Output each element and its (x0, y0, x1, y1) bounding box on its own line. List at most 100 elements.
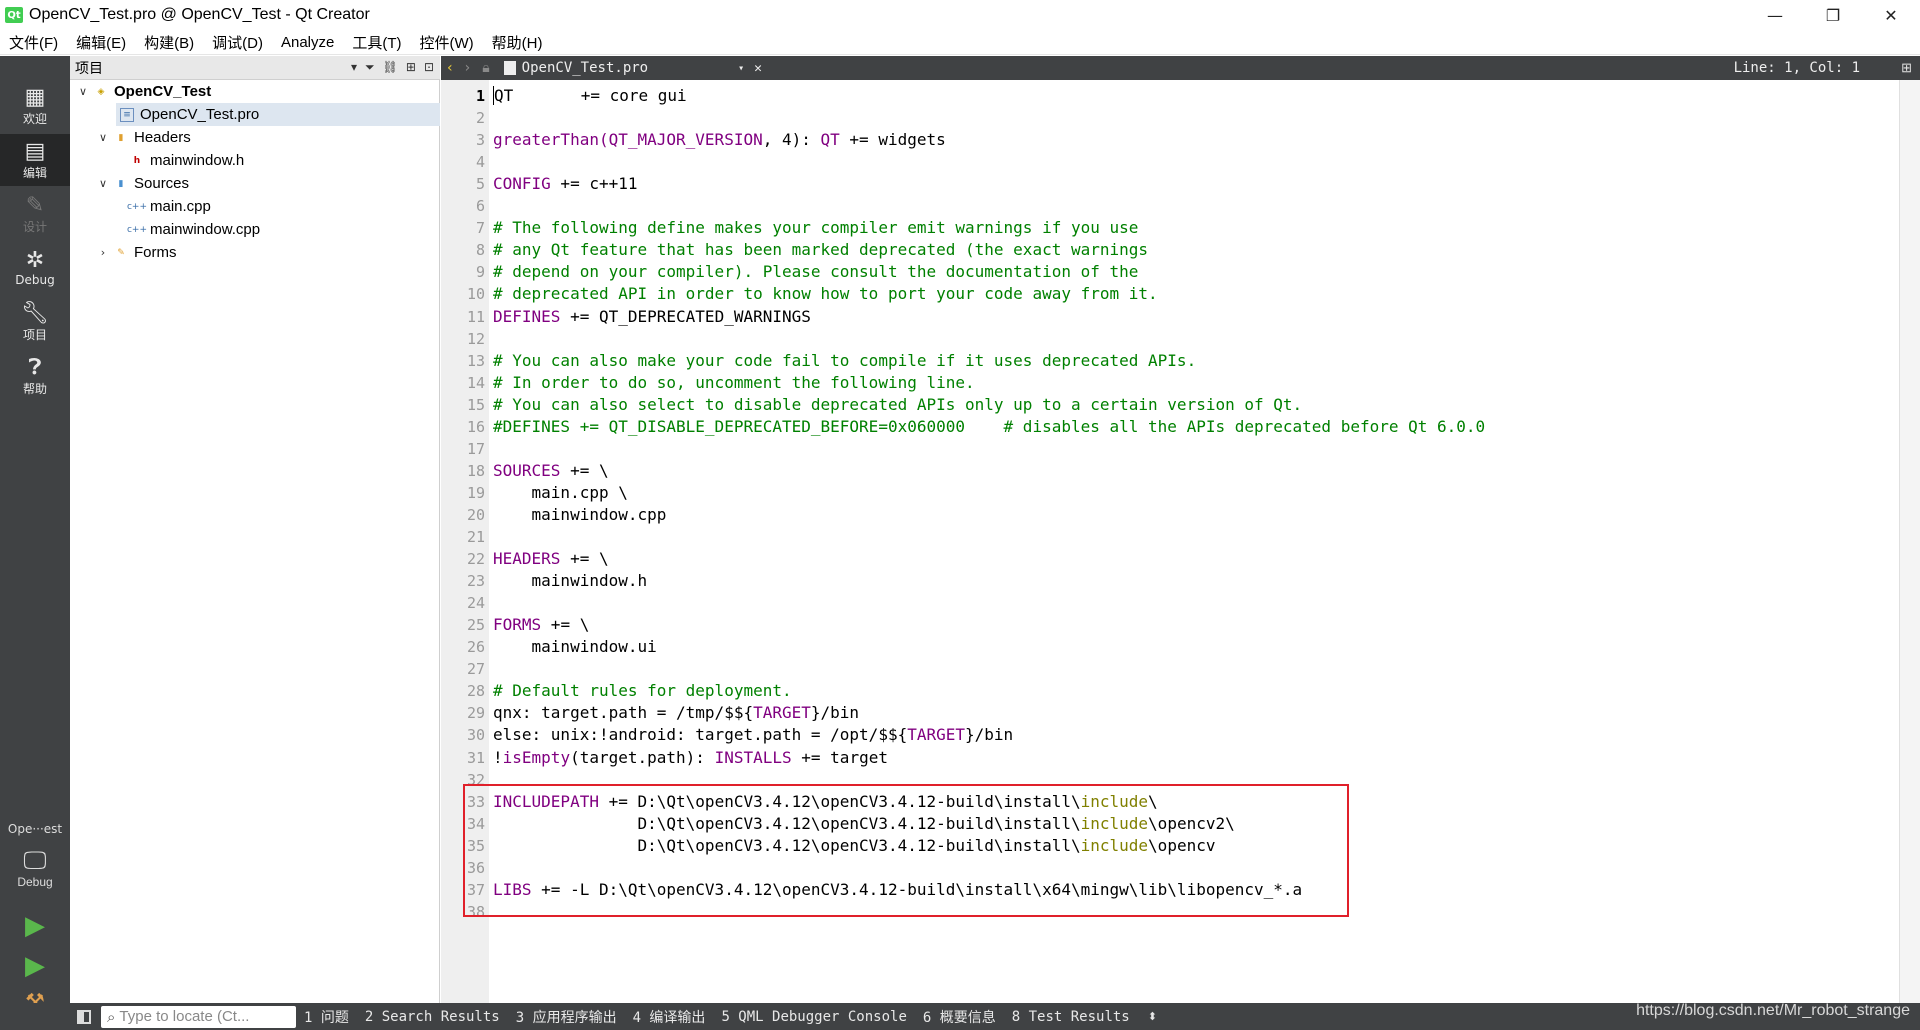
debug-run-button[interactable]: ▶ (0, 945, 70, 985)
restore-button[interactable]: ❐ (1804, 0, 1862, 30)
code-line[interactable]: # deprecated API in order to know how to… (493, 283, 1158, 305)
code-line[interactable]: greaterThan(QT_MAJOR_VERSION, 4): QT += … (493, 129, 946, 151)
code-line[interactable]: # depend on your compiler). Please consu… (493, 261, 1138, 283)
tab-qml-debugger[interactable]: 5 QML Debugger Console (713, 1009, 914, 1025)
locator-placeholder: Type to locate (Ct... (119, 1008, 250, 1025)
code-line[interactable]: mainwindow.cpp (493, 504, 667, 526)
code-line[interactable]: !isEmpty(target.path): INSTALLS += targe… (493, 747, 888, 769)
project-panel-header: 项目 ▾ ⏷ ⛓ ⊞ ⊡ (70, 56, 440, 80)
locator-input[interactable]: ⌕ Type to locate (Ct... (101, 1005, 296, 1028)
tab-test-results[interactable]: 8 Test Results (1004, 1009, 1138, 1025)
tab-general-messages[interactable]: 6 概要信息 (915, 1007, 1004, 1027)
code-line[interactable]: # You can also select to disable depreca… (493, 394, 1302, 416)
menu-tools[interactable]: 工具(T) (343, 32, 410, 53)
forward-arrow-icon[interactable]: › (459, 60, 477, 76)
mode-help[interactable]: ❓︎ 帮助 (0, 350, 70, 402)
tab-compile-output[interactable]: 4 编译输出 (625, 1007, 714, 1027)
line-number: 2 (475, 109, 485, 127)
mode-debug[interactable]: ✲ Debug (0, 242, 70, 294)
cursor-position[interactable]: Line: 1, Col: 1 (1734, 60, 1860, 76)
tree-item-sources[interactable]: ∨ ▮ Sources (96, 172, 189, 195)
code-line[interactable]: else: unix:!android: target.path = /opt/… (493, 724, 1013, 746)
code-line[interactable]: INCLUDEPATH += D:\Qt\openCV3.4.12\openCV… (493, 791, 1158, 813)
menu-build[interactable]: 构建(B) (135, 32, 203, 53)
code-line[interactable]: DEFINES += QT_DEPRECATED_WARNINGS (493, 306, 811, 328)
filter-icon[interactable]: ⏷ (365, 60, 375, 75)
tab-search-results[interactable]: 2 Search Results (357, 1009, 508, 1025)
code-line[interactable]: LIBS += -L D:\Qt\openCV3.4.12\openCV3.4.… (493, 879, 1302, 901)
back-arrow-icon[interactable]: ‹ (441, 60, 459, 76)
code-line[interactable]: # The following define makes your compil… (493, 217, 1138, 239)
menu-analyze[interactable]: Analyze (272, 34, 343, 51)
chevron-down-icon[interactable]: ∨ (96, 131, 110, 144)
close-file-icon[interactable]: ✕ (754, 61, 762, 76)
mode-edit[interactable]: ▤ 编辑 (0, 134, 70, 186)
tree-item-headers[interactable]: ∨ ▮ Headers (96, 126, 191, 149)
open-file-combo[interactable]: OpenCV_Test.pro ▾ ✕ (503, 60, 762, 76)
code-line[interactable]: mainwindow.h (493, 570, 648, 592)
project-panel-title[interactable]: 项目 (75, 58, 103, 78)
code-line[interactable]: FORMS += \ (493, 614, 589, 636)
kit-project-label: Ope···est (7, 822, 63, 836)
menu-debug[interactable]: 调试(D) (203, 32, 272, 53)
code-token: # The following define makes your compil… (493, 218, 1139, 237)
menu-help[interactable]: 帮助(H) (483, 32, 552, 53)
vertical-scrollbar[interactable] (1899, 80, 1920, 1003)
dropdown-icon[interactable]: ▾ (351, 60, 357, 75)
minimize-button[interactable]: — (1746, 0, 1804, 30)
line-number: 26 (466, 638, 485, 656)
code-line[interactable]: qnx: target.path = /tmp/$${TARGET}/bin (493, 702, 859, 724)
close-panel-icon[interactable]: ⊡ (424, 60, 434, 75)
tab-issues[interactable]: 1 问题 (296, 1007, 357, 1027)
code-line[interactable]: CONFIG += c++11 (493, 173, 638, 195)
toggle-sidebar-icon[interactable] (77, 1009, 91, 1024)
pen-icon: ✎ (25, 192, 45, 218)
code-line[interactable]: D:\Qt\openCV3.4.12\openCV3.4.12-build\in… (493, 835, 1215, 857)
split-icon[interactable]: ⊞ (406, 60, 416, 75)
code-line[interactable]: SOURCES += \ (493, 460, 609, 482)
link-icon[interactable]: ⛓ (383, 60, 398, 75)
tab-application-output[interactable]: 3 应用程序输出 (508, 1007, 625, 1027)
chevron-down-icon[interactable]: ∨ (76, 85, 90, 98)
menu-widgets[interactable]: 控件(W) (411, 32, 483, 53)
chevron-down-icon[interactable]: ▾ (738, 63, 744, 74)
mode-projects[interactable]: 🔧︎ 项目 (0, 296, 70, 348)
close-button[interactable]: ✕ (1862, 0, 1920, 30)
tree-item-project[interactable]: ∨ ◈ OpenCV_Test (76, 80, 211, 103)
tree-item-forms[interactable]: › ✎ Forms (96, 241, 177, 264)
kit-selector[interactable]: 🖵︎ Debug (0, 840, 70, 896)
code-line[interactable]: mainwindow.ui (493, 636, 657, 658)
code-line[interactable]: D:\Qt\openCV3.4.12\openCV3.4.12-build\in… (493, 813, 1234, 835)
code-line[interactable]: HEADERS += \ (493, 548, 609, 570)
mode-welcome[interactable]: ▦ 欢迎 (0, 80, 70, 132)
mode-design[interactable]: ✎ 设计 (0, 188, 70, 240)
menu-file[interactable]: 文件(F) (0, 32, 67, 53)
updown-arrow-icon[interactable]: ⬍ (1148, 1010, 1157, 1023)
code-line[interactable]: # any Qt feature that has been marked de… (493, 239, 1148, 261)
line-number: 36 (466, 859, 485, 877)
menu-edit[interactable]: 编辑(E) (67, 32, 135, 53)
run-button[interactable]: ▶ (0, 905, 70, 945)
mode-label: 欢迎 (22, 111, 47, 126)
code-token: # In order to do so, uncomment the follo… (493, 373, 975, 392)
chevron-right-icon[interactable]: › (96, 246, 110, 259)
status-bar: ⌕ Type to locate (Ct... 1 问题 2 Search Re… (0, 1003, 1920, 1030)
tree-item-main-cpp[interactable]: c++ main.cpp (126, 195, 211, 218)
code-line[interactable]: # Default rules for deployment. (493, 680, 792, 702)
code-line[interactable]: #DEFINES += QT_DISABLE_DEPRECATED_BEFORE… (493, 416, 1485, 438)
code-token: ! (493, 748, 503, 767)
tree-item-mainwindow-h[interactable]: h mainwindow.h (126, 149, 244, 172)
chevron-down-icon[interactable]: ∨ (96, 177, 110, 190)
tree-item-pro-file[interactable]: ≡ OpenCV_Test.pro (116, 103, 440, 126)
code-line[interactable]: # You can also make your code fail to co… (493, 350, 1196, 372)
open-file-name: OpenCV_Test.pro (521, 60, 649, 76)
play-icon: ▶ (25, 909, 45, 940)
code-token: D:\Qt\openCV3.4.12\openCV3.4.12-build\in… (493, 836, 1081, 855)
code-line[interactable]: main.cpp \ (493, 482, 628, 504)
line-number: 30 (466, 726, 485, 744)
split-editor-icon[interactable]: ⊞ (1901, 60, 1912, 76)
code-line[interactable]: QT += core gui (493, 85, 687, 107)
tree-item-mainwindow-cpp[interactable]: c++ mainwindow.cpp (126, 218, 260, 241)
code-line[interactable]: # In order to do so, uncomment the follo… (493, 372, 975, 394)
tree-item-label: Headers (134, 129, 191, 146)
